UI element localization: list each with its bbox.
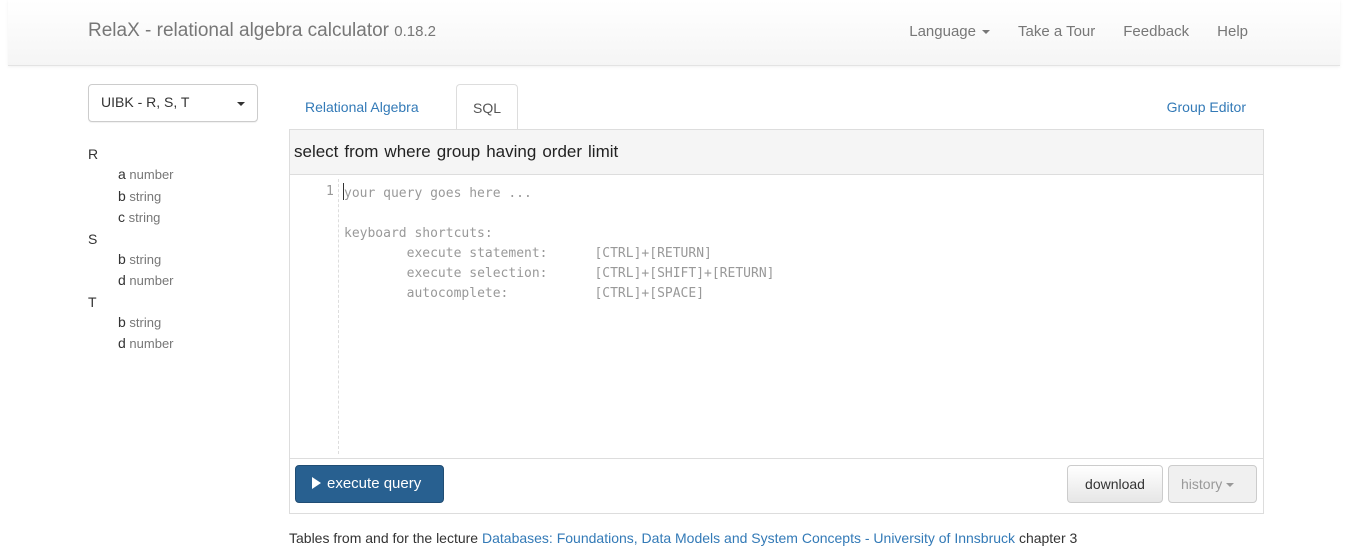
keyword-toolbar: select from where group having order limit <box>290 130 1263 175</box>
relation-s[interactable]: S <box>88 229 268 249</box>
app-title: RelaX - relational algebra calculator <box>88 20 389 41</box>
attribute-type: string <box>128 210 161 225</box>
navbar: RelaX - relational algebra calculator 0.… <box>8 0 1340 66</box>
schema-tree: Ra number b string c string Sb string d numb… <box>88 144 268 355</box>
attribute-name: b <box>118 313 126 330</box>
keyword-select[interactable]: select <box>294 142 338 161</box>
description-suffix: chapter 3 <box>1018 530 1078 546</box>
history-button[interactable]: history <box>1168 465 1257 503</box>
attribute-name: a <box>118 166 126 182</box>
attribute-name: b <box>118 250 126 267</box>
attribute-type: string <box>129 251 162 267</box>
editor-panel: select from where group having order limit 1 y… <box>289 129 1264 514</box>
attribute-type: number <box>129 167 174 182</box>
editor-footer: execute query download history <box>290 458 1263 513</box>
dataset-select[interactable]: UIBK - R, S, T <box>88 84 258 122</box>
tab-sql[interactable]: SQL <box>456 84 519 130</box>
dataset-selected-label: UIBK - R, S, T <box>101 94 190 110</box>
lecture-link[interactable]: Databases: Foundations, Data Models and … <box>482 530 1015 546</box>
take-a-tour-link[interactable]: Take a Tour <box>1018 23 1095 40</box>
keyword-order[interactable]: order <box>542 142 582 161</box>
chevron-down-icon <box>1226 483 1235 488</box>
play-icon <box>312 477 321 489</box>
editor-tabs: Relational Algebra SQL Group Editor <box>289 84 1264 130</box>
attribute-type: number <box>129 336 174 351</box>
attribute-item[interactable]: a number <box>88 164 268 186</box>
attribute-type: number <box>129 273 174 288</box>
help-link[interactable]: Help <box>1217 23 1248 40</box>
language-menu[interactable]: Language <box>909 23 990 40</box>
nav-links: Language Take a Tour Feedback Help <box>881 23 1248 40</box>
attribute-name: c <box>118 209 125 225</box>
relation-t[interactable]: T <box>88 292 268 312</box>
attribute-item[interactable]: b string <box>88 249 268 271</box>
download-button[interactable]: download <box>1067 465 1163 503</box>
chevron-down-icon <box>237 102 245 106</box>
app-brand[interactable]: RelaX - relational algebra calculator 0.… <box>88 20 436 42</box>
attribute-item[interactable]: b string <box>88 312 268 334</box>
chevron-down-icon <box>981 30 990 35</box>
attribute-item[interactable]: b string <box>88 186 268 208</box>
tab-relational-algebra[interactable]: Relational Algebra <box>289 84 435 130</box>
dataset-description: Tables from and for the lecture Database… <box>289 530 1077 546</box>
group-editor-link[interactable]: Group Editor <box>1167 99 1246 115</box>
query-editor[interactable]: 1 your query goes here ... keyboard shor… <box>290 175 1263 458</box>
feedback-link[interactable]: Feedback <box>1123 23 1189 40</box>
attribute-item[interactable]: d number <box>88 333 268 355</box>
attribute-item[interactable]: c string <box>88 207 268 229</box>
attribute-name: d <box>118 272 126 288</box>
attribute-name: b <box>118 187 126 204</box>
app-version: 0.18.2 <box>394 23 436 40</box>
keyword-where[interactable]: where <box>384 142 430 161</box>
gutter-divider <box>338 179 339 454</box>
editor-placeholder: your query goes here ... keyboard shortc… <box>344 186 775 301</box>
attribute-name: d <box>118 335 126 351</box>
history-label: history <box>1181 476 1223 492</box>
language-label: Language <box>909 23 976 40</box>
keyword-group[interactable]: group <box>437 142 480 161</box>
keyword-from[interactable]: from <box>344 142 378 161</box>
execute-label: execute query <box>327 475 422 492</box>
keyword-having[interactable]: having <box>486 142 536 161</box>
line-number: 1 <box>326 184 334 199</box>
description-prefix: Tables from and for the lecture <box>289 530 479 546</box>
attribute-item[interactable]: d number <box>88 270 268 292</box>
keyword-limit[interactable]: limit <box>588 142 618 161</box>
attribute-type: string <box>129 188 162 204</box>
execute-query-button[interactable]: execute query <box>295 465 444 503</box>
attribute-type: string <box>129 314 162 330</box>
relation-r[interactable]: R <box>88 144 268 164</box>
